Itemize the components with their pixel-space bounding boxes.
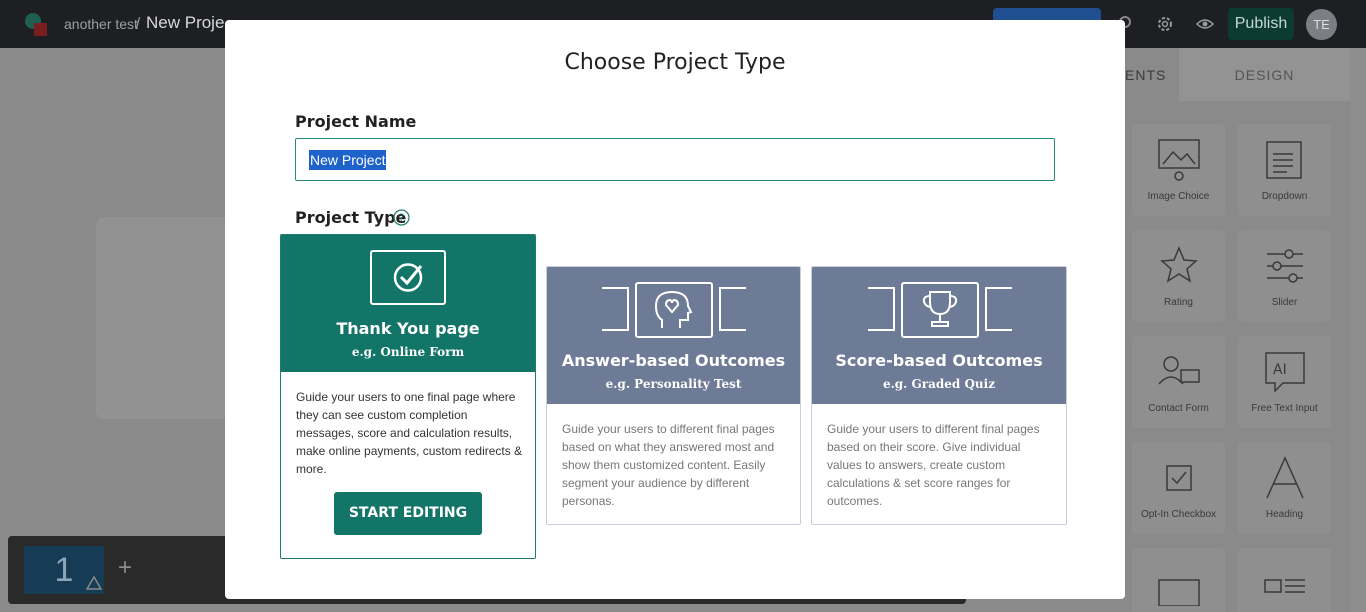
element-rating[interactable]: Rating — [1132, 230, 1225, 322]
element-image[interactable] — [1132, 548, 1225, 612]
slider-icon — [1267, 249, 1303, 283]
app-logo[interactable] — [24, 12, 50, 38]
card-description: Guide your users to different final page… — [827, 422, 1040, 508]
element-text-block[interactable] — [1238, 548, 1331, 612]
element-label: Rating — [1164, 297, 1193, 308]
element-image-choice[interactable]: Image Choice — [1132, 124, 1225, 216]
card-example: e.g. Online Form — [351, 345, 465, 359]
card-example: e.g. Personality Test — [605, 377, 742, 391]
element-label: Free Text Input — [1251, 403, 1318, 414]
check-badge-icon — [370, 250, 446, 305]
modal-title: Choose Project Type — [564, 50, 786, 75]
element-label: Dropdown — [1261, 191, 1308, 202]
project-type-card-thank-you[interactable]: Thank You page e.g. Online Form Guide yo… — [280, 234, 536, 559]
breadcrumb-separator: / — [136, 15, 141, 32]
element-dropdown[interactable]: Dropdown — [1238, 124, 1331, 216]
breadcrumb-current[interactable]: New Proje — [146, 13, 224, 33]
project-type-label: Project Type — [295, 208, 407, 227]
project-name-value: New Project — [309, 150, 387, 170]
eye-icon[interactable] — [1195, 14, 1215, 34]
image-icon — [1158, 579, 1200, 606]
element-contact-form[interactable]: Contact Form — [1132, 336, 1225, 428]
avatar[interactable]: TE — [1306, 9, 1337, 40]
card-title: Score-based Outcomes — [835, 351, 1043, 370]
element-label: Contact Form — [1148, 403, 1209, 414]
dropdown-icon — [1266, 141, 1302, 179]
card-title: Answer-based Outcomes — [561, 351, 786, 370]
start-editing-button[interactable]: START EDITING — [334, 492, 482, 535]
card-description: Guide your users to one final page where… — [296, 390, 523, 476]
project-name-input[interactable]: New Project — [295, 138, 1055, 181]
head-heart-icon — [602, 282, 746, 338]
heading-icon — [1266, 456, 1304, 499]
scrollbar[interactable] — [1350, 48, 1366, 612]
element-heading[interactable]: Heading — [1238, 442, 1331, 534]
element-label: Heading — [1265, 509, 1304, 520]
gear-icon[interactable] — [1155, 14, 1175, 34]
element-label: Slider — [1271, 297, 1298, 308]
star-icon — [1160, 246, 1198, 283]
text-input-icon: AI — [1265, 352, 1305, 393]
add-page-icon[interactable]: + — [118, 554, 132, 582]
card-header: Thank You page e.g. Online Form — [281, 235, 535, 372]
help-circle-icon[interactable]: ? — [393, 209, 410, 226]
element-label: Image Choice — [1147, 191, 1210, 202]
checkbox-icon — [1166, 465, 1192, 491]
element-slider[interactable]: Slider — [1238, 230, 1331, 322]
svg-text:?: ? — [399, 212, 405, 225]
project-type-card-score-based[interactable]: Score-based Outcomes e.g. Graded Quiz Gu… — [811, 266, 1067, 525]
element-free-text[interactable]: AI Free Text Input — [1238, 336, 1331, 428]
card-title: Thank You page — [336, 319, 480, 338]
svg-text:AI: AI — [1273, 362, 1287, 378]
tab-elements[interactable]: ENTS — [1125, 48, 1179, 101]
publish-button[interactable]: Publish — [1228, 8, 1294, 40]
image-choice-icon — [1158, 139, 1200, 181]
canvas-card[interactable] — [96, 217, 236, 419]
choose-project-type-modal: Choose Project Type Project Name New Pro… — [225, 20, 1125, 599]
card-example: e.g. Graded Quiz — [882, 377, 996, 391]
contact-form-icon — [1158, 356, 1200, 385]
tab-design[interactable]: DESIGN — [1179, 48, 1350, 101]
text-block-icon — [1264, 579, 1305, 593]
warning-icon — [86, 576, 102, 590]
breadcrumb-parent[interactable]: another test — [64, 16, 138, 32]
card-header: Score-based Outcomes e.g. Graded Quiz — [812, 267, 1066, 404]
sidebar-tabs: ENTS DESIGN — [1125, 48, 1350, 101]
project-name-label: Project Name — [295, 112, 417, 131]
card-description: Guide your users to different final page… — [562, 422, 775, 508]
element-opt-in[interactable]: Opt-In Checkbox — [1132, 442, 1225, 534]
element-label: Opt-In Checkbox — [1140, 509, 1217, 520]
trophy-icon — [868, 282, 1012, 338]
project-type-card-answer-based[interactable]: Answer-based Outcomes e.g. Personality T… — [546, 266, 801, 525]
card-header: Answer-based Outcomes e.g. Personality T… — [547, 267, 800, 404]
